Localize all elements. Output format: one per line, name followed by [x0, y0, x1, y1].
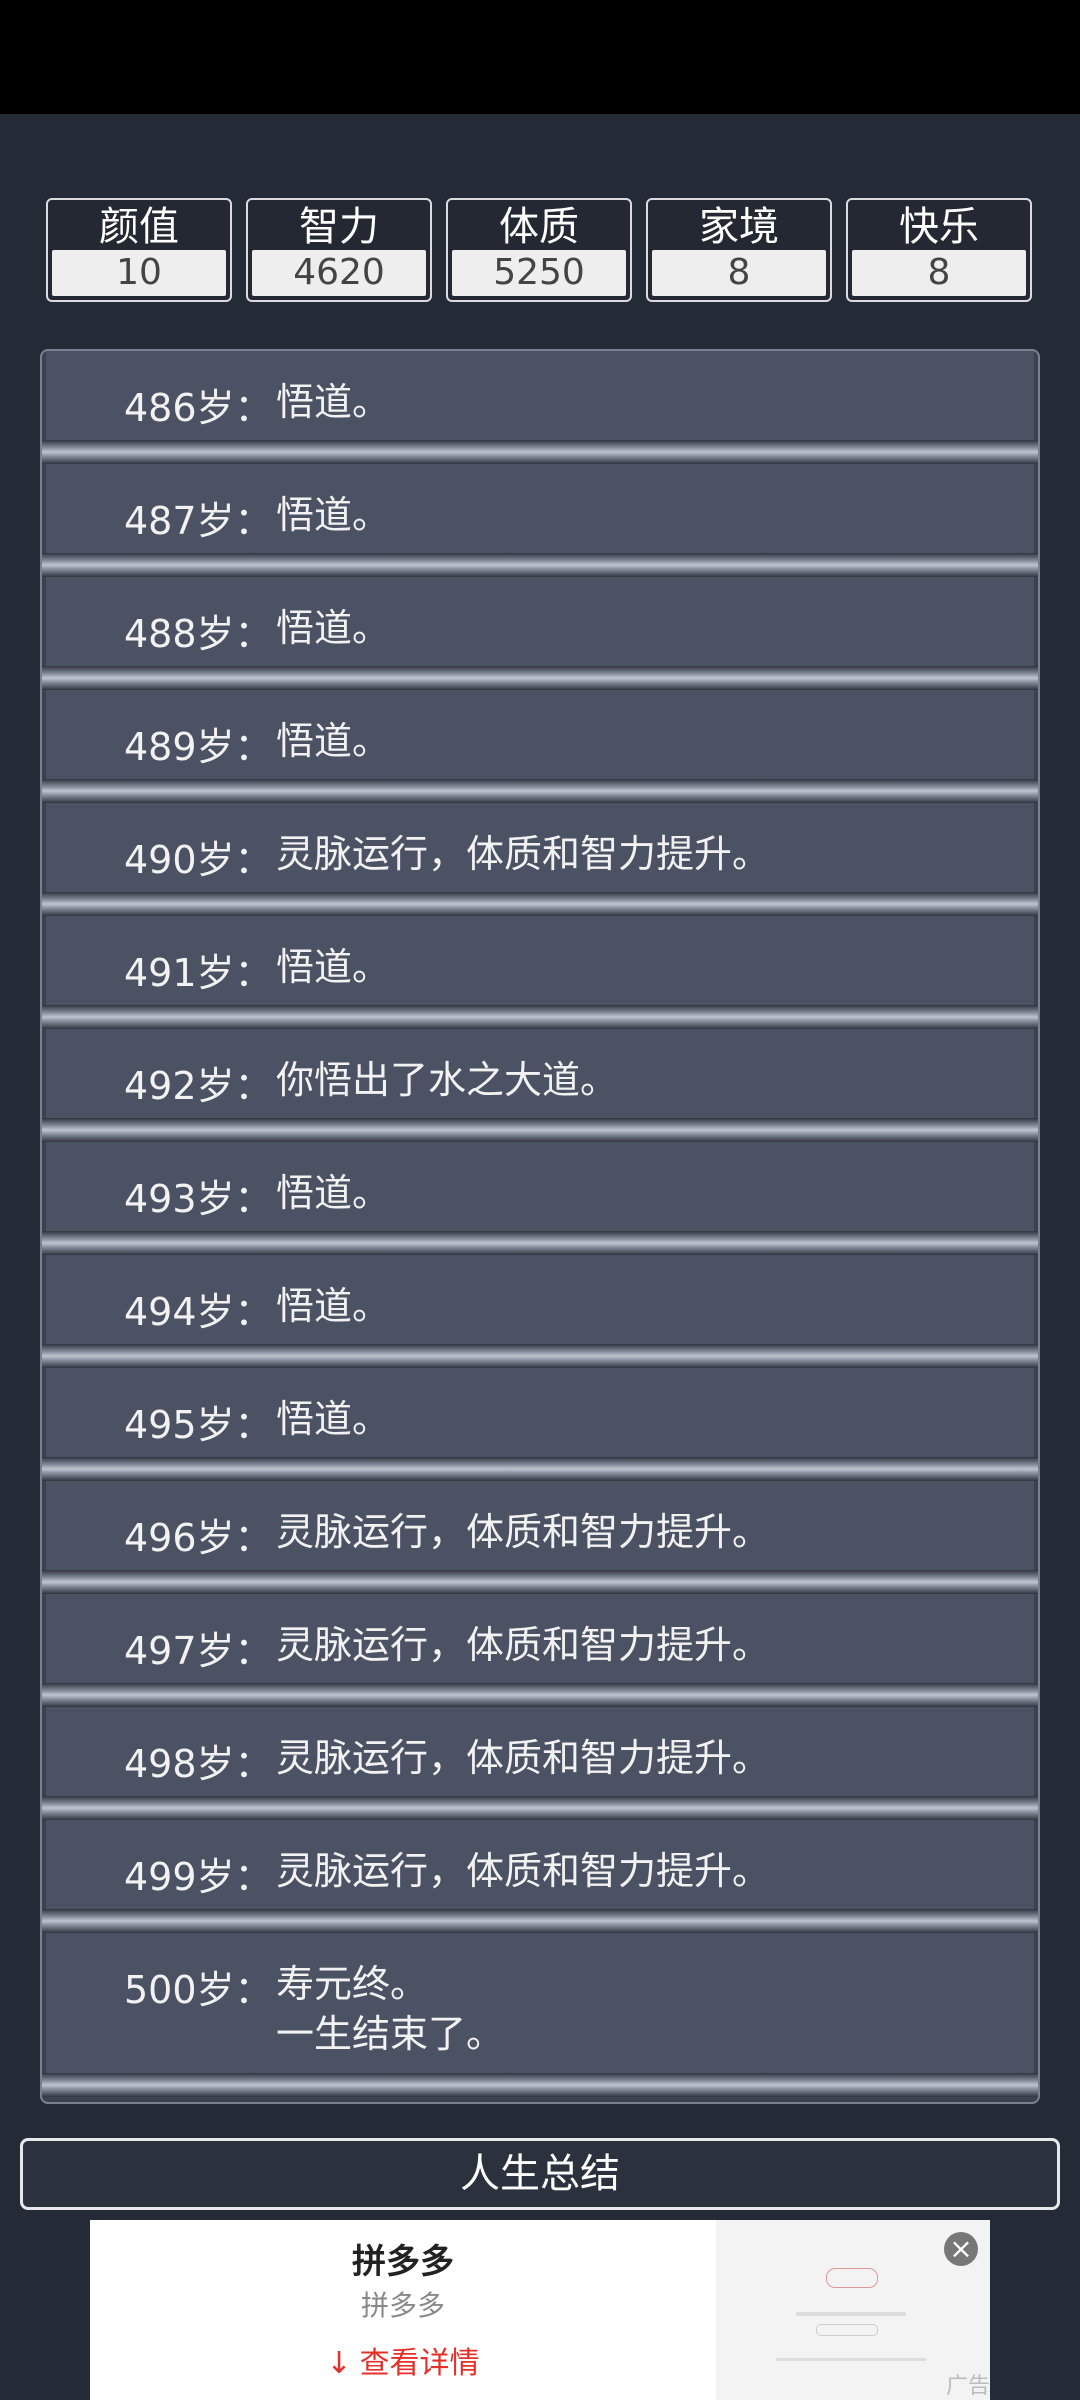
row-divider — [42, 553, 1038, 577]
close-icon[interactable]: × — [944, 2232, 978, 2266]
log-row: 489岁： 悟道。 — [46, 690, 1034, 779]
stat-label: 智力 — [299, 204, 379, 250]
log-age: 486岁： — [124, 386, 273, 430]
log-age: 499岁： — [124, 1855, 273, 1899]
life-summary-button[interactable]: 人生总结 — [20, 2138, 1060, 2210]
log-row: 494岁： 悟道。 — [46, 1255, 1034, 1344]
ad-view-details-link[interactable]: ↓ 查看详情 — [90, 2338, 716, 2382]
life-event-log[interactable]: 486岁： 悟道。 487岁： 悟道。 488岁： 悟道。 489岁： 悟道。 … — [40, 349, 1040, 2104]
ad-title: 拼多多 — [352, 2242, 454, 2282]
log-age: 491岁： — [124, 951, 273, 995]
log-row: 491岁： 悟道。 — [46, 916, 1034, 1005]
log-age: 488岁： — [124, 612, 273, 656]
ad-subtitle: 拼多多 — [360, 2289, 445, 2322]
ad-image-detail — [776, 2358, 926, 2361]
log-age: 490岁： — [124, 838, 273, 882]
attribute-bar: 颜值 10 智力 4620 体质 5250 家境 8 快乐 8 — [46, 198, 1034, 304]
log-row: 487岁： 悟道。 — [46, 464, 1034, 553]
log-row: 495岁： 悟道。 — [46, 1368, 1034, 1457]
row-divider — [42, 892, 1038, 916]
log-event: 你悟出了水之大道。 — [276, 1058, 619, 1102]
stat-intelligence: 智力 4620 — [246, 198, 432, 302]
row-divider — [42, 2073, 1038, 2097]
log-event: 悟道。 — [276, 1284, 391, 1328]
log-event: 悟道。 — [276, 1397, 391, 1441]
log-event: 悟道。 — [276, 380, 391, 424]
row-divider — [42, 1570, 1038, 1594]
stat-constitution: 体质 5250 — [446, 198, 632, 302]
log-event: 灵脉运行，体质和智力提升。 — [276, 1510, 771, 1554]
log-row: 499岁： 灵脉运行，体质和智力提升。 — [46, 1820, 1034, 1909]
log-age: 498岁： — [124, 1742, 273, 1786]
stat-label: 快乐 — [899, 204, 979, 250]
stat-value: 8 — [852, 250, 1026, 296]
row-divider — [42, 1005, 1038, 1029]
row-divider — [42, 779, 1038, 803]
ad-image-detail — [796, 2312, 906, 2316]
log-age: 495岁： — [124, 1403, 273, 1447]
log-row: 493岁： 悟道。 — [46, 1142, 1034, 1231]
row-divider — [42, 1796, 1038, 1820]
log-age: 492岁： — [124, 1064, 273, 1108]
log-event-line: 一生结束了。 — [276, 2012, 505, 2056]
log-event: 悟道。 — [276, 719, 391, 763]
log-event: 悟道。 — [276, 606, 391, 650]
stat-value: 4620 — [252, 250, 426, 296]
download-arrow-icon: ↓ — [326, 2346, 352, 2381]
log-event: 寿元终。 一生结束了。 — [276, 1959, 504, 2059]
ad-banner[interactable]: 拼多多 拼多多 ↓ 查看详情 × 广告 — [90, 2220, 990, 2400]
log-age: 493岁： — [124, 1177, 273, 1221]
log-age: 494岁： — [124, 1290, 273, 1334]
status-bar — [0, 0, 1080, 114]
row-divider — [42, 1344, 1038, 1368]
row-divider — [42, 1231, 1038, 1255]
stat-value: 5250 — [452, 250, 626, 296]
stat-label: 体质 — [499, 204, 579, 250]
row-divider — [42, 666, 1038, 690]
log-event: 灵脉运行，体质和智力提升。 — [276, 1736, 771, 1780]
log-row: 500岁： 寿元终。 一生结束了。 — [46, 1933, 1034, 2073]
log-row: 490岁： 灵脉运行，体质和智力提升。 — [46, 803, 1034, 892]
log-event: 悟道。 — [276, 1171, 391, 1215]
stat-label: 家境 — [699, 204, 779, 250]
stat-family: 家境 8 — [646, 198, 832, 302]
stat-value: 8 — [652, 250, 826, 296]
log-event-line: 寿元终。 — [276, 1962, 429, 2006]
stat-happiness: 快乐 8 — [846, 198, 1032, 302]
log-age: 500岁： — [124, 1968, 273, 2012]
log-row: 486岁： 悟道。 — [46, 351, 1034, 440]
log-row: 488岁： 悟道。 — [46, 577, 1034, 666]
stat-appearance: 颜值 10 — [46, 198, 232, 302]
row-divider — [42, 1457, 1038, 1481]
log-row: 496岁： 灵脉运行，体质和智力提升。 — [46, 1481, 1034, 1570]
log-row: 498岁： 灵脉运行，体质和智力提升。 — [46, 1707, 1034, 1796]
row-divider — [42, 1909, 1038, 1933]
ad-cta-label: 查看详情 — [359, 2346, 480, 2381]
log-event: 灵脉运行，体质和智力提升。 — [276, 1849, 771, 1893]
log-event: 悟道。 — [276, 493, 391, 537]
ad-image-detail — [816, 2324, 878, 2336]
log-event: 灵脉运行，体质和智力提升。 — [276, 1623, 771, 1667]
row-divider — [42, 1118, 1038, 1142]
log-event: 灵脉运行，体质和智力提升。 — [276, 832, 771, 876]
log-row: 492岁： 你悟出了水之大道。 — [46, 1029, 1034, 1118]
log-row: 497岁： 灵脉运行，体质和智力提升。 — [46, 1594, 1034, 1683]
log-age: 496岁： — [124, 1516, 273, 1560]
log-age: 497岁： — [124, 1629, 273, 1673]
log-age: 489岁： — [124, 725, 273, 769]
ad-image-detail — [826, 2268, 878, 2288]
row-divider — [42, 1683, 1038, 1707]
row-divider — [42, 440, 1038, 464]
stat-label: 颜值 — [99, 204, 179, 250]
log-age: 487岁： — [124, 499, 273, 543]
ad-tag: 广告 — [946, 2374, 990, 2399]
stat-value: 10 — [52, 250, 226, 296]
log-event: 悟道。 — [276, 945, 391, 989]
